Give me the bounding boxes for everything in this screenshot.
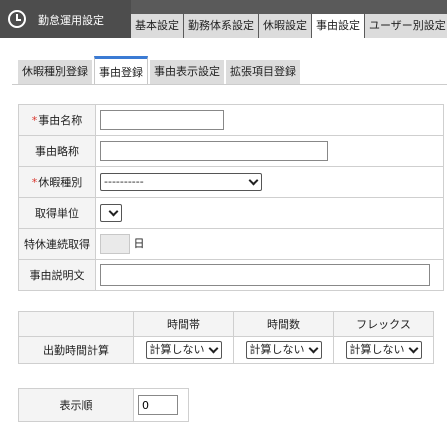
reason-abbr-input[interactable] [100,141,328,161]
calc-header-timeslot: 時間帯 [133,311,234,337]
chevron-down-icon [408,343,418,354]
calc-header-flex: フレックス [333,311,434,337]
required-mark: * [31,114,38,127]
special-leave-input[interactable] [100,234,130,254]
sub-tab-bar: 休暇種別登録 事由登録 事由表示設定 拡張項目登録 [18,56,438,84]
app-title: 勤怠運用設定 [38,14,104,27]
calc-flex-select[interactable]: 計算しない [345,341,422,359]
calc-header-blank [18,311,134,337]
required-mark: * [31,176,38,189]
sub-tab-leave-type[interactable]: 休暇種別登録 [18,60,92,84]
chevron-down-icon [208,343,218,354]
chevron-down-icon [108,206,119,217]
attendance-calc-table: 時間帯 時間数 フレックス 出勤時間計算 計算しない 計算しない 計算しない [18,311,434,364]
chevron-down-icon [308,343,318,354]
leave-type-select[interactable]: ---------- [100,173,262,191]
tab-divider [12,84,447,85]
unit-label: 取得単位 [18,197,96,229]
leave-type-label: *休暇種別 [18,166,96,198]
top-tab-user[interactable]: ユーザー別設定 [365,14,447,38]
sub-tab-extension[interactable]: 拡張項目登録 [226,60,300,84]
reason-abbr-label: 事由略称 [18,135,96,167]
reason-name-label: *事由名称 [18,104,96,136]
app-title-area: 勤怠運用設定 [0,0,131,38]
sub-tab-reason-display[interactable]: 事由表示設定 [150,60,224,84]
special-leave-label: 特休連続取得 [18,228,96,260]
description-input[interactable] [100,264,430,286]
title-bar: 勤怠運用設定 基本設定 勤務体系設定 休暇設定 事由設定 ユーザー別設定 [0,0,447,38]
reason-name-input[interactable] [100,110,224,130]
calc-header-hours: 時間数 [233,311,334,337]
special-leave-unit: 日 [133,237,145,250]
clock-icon [8,10,26,28]
calc-row-label: 出勤時間計算 [18,336,134,364]
reason-form: *事由名称 事由略称 *休暇種別 ---------- 取得単位 特休連続取得 … [18,104,444,291]
top-tabs: 基本設定 勤務体系設定 休暇設定 事由設定 ユーザー別設定 [131,14,447,38]
chevron-down-icon [248,175,259,186]
display-order-input[interactable] [138,395,178,415]
display-order-label: 表示順 [18,388,134,422]
sub-tab-reason-register[interactable]: 事由登録 [94,56,148,84]
top-tab-leave[interactable]: 休暇設定 [259,14,311,38]
top-tab-work-system[interactable]: 勤務体系設定 [184,14,258,38]
top-tab-basic[interactable]: 基本設定 [131,14,183,38]
unit-select[interactable] [100,204,122,222]
description-label: 事由説明文 [18,259,96,291]
calc-timeslot-select[interactable]: 計算しない [145,341,222,359]
calc-hours-select[interactable]: 計算しない [245,341,322,359]
top-tab-reason[interactable]: 事由設定 [312,14,364,38]
display-order-table: 表示順 [18,388,189,422]
